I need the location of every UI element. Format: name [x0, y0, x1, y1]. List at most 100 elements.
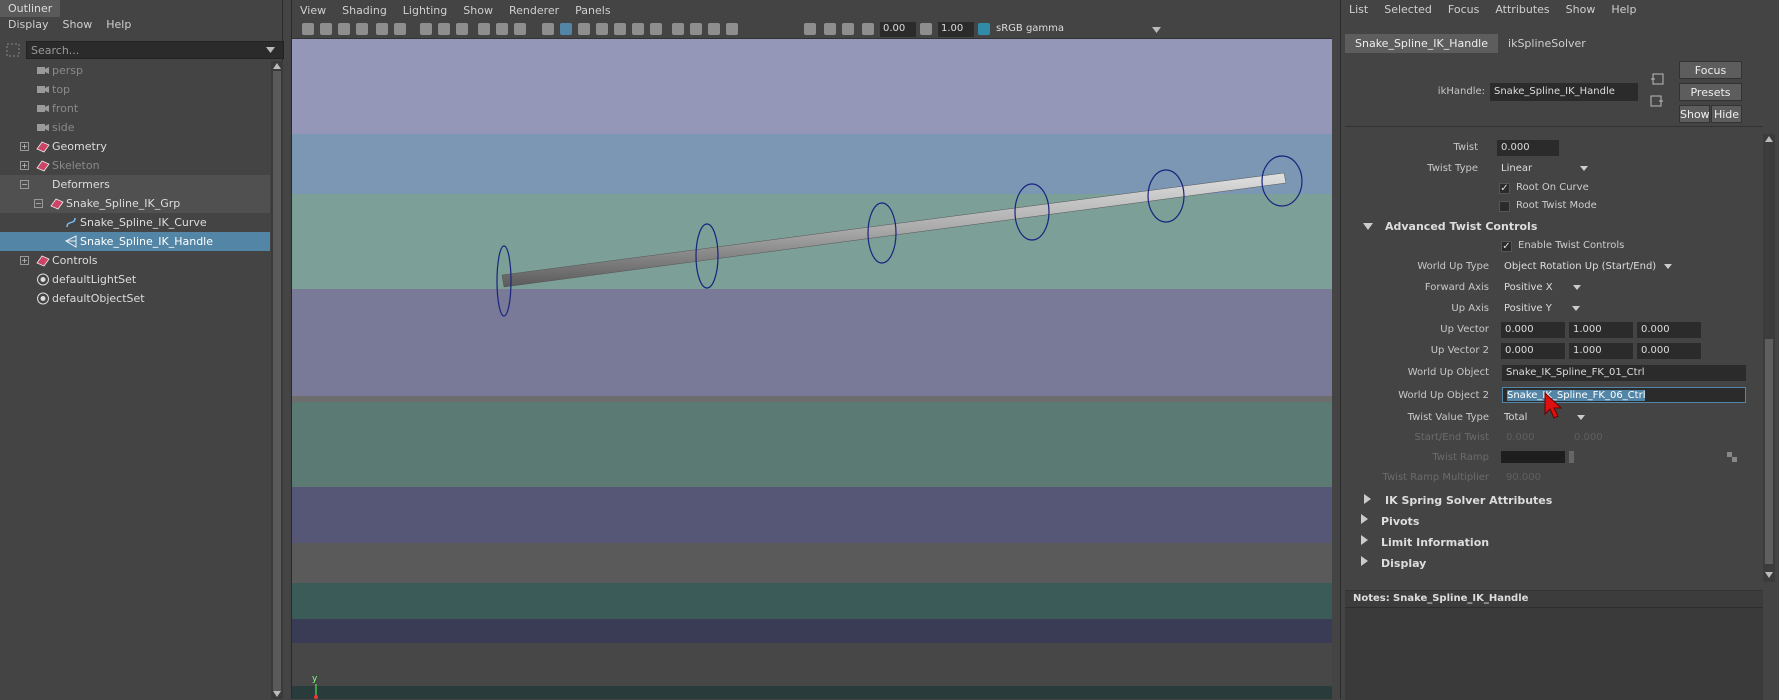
bookmark-icon[interactable] — [338, 23, 350, 35]
pivots-section-header[interactable]: Pivots — [1381, 515, 1419, 528]
outliner-search-input[interactable]: Search... — [26, 41, 284, 59]
viewport-menu-shading[interactable]: Shading — [334, 1, 395, 21]
gamma-icon[interactable] — [920, 23, 932, 35]
outliner-item-snake-spline-ik-handle[interactable]: Snake_Spline_IK_Handle — [0, 232, 270, 251]
limit-information-section-header[interactable]: Limit Information — [1381, 536, 1489, 549]
camera-attributes-icon[interactable] — [320, 23, 332, 35]
up-vector-2-z-field[interactable]: 0.000 — [1637, 343, 1701, 359]
ae-menu-show[interactable]: Show — [1558, 1, 1604, 19]
twist-type-dropdown[interactable]: Linear — [1501, 163, 1589, 174]
ae-menu-help[interactable]: Help — [1603, 1, 1644, 19]
smooth-shade-icon[interactable] — [560, 23, 572, 35]
show-button[interactable]: Show — [1679, 105, 1710, 123]
xray-active-icon[interactable] — [842, 23, 854, 35]
shadows-icon[interactable] — [650, 23, 662, 35]
exposure-icon[interactable] — [862, 23, 874, 35]
outliner-scrollbar[interactable] — [271, 61, 283, 699]
outliner-menu-show[interactable]: Show — [63, 18, 93, 36]
textured-icon[interactable] — [596, 23, 608, 35]
color-space-dropdown-icon[interactable] — [1152, 27, 1161, 33]
viewport-menu-panels[interactable]: Panels — [567, 1, 618, 21]
forward-axis-dropdown[interactable]: Positive X — [1504, 282, 1581, 293]
hide-button[interactable]: Hide — [1711, 105, 1742, 123]
go-to-input-icon[interactable] — [1650, 73, 1664, 85]
outliner-item-skeleton[interactable]: + Skeleton — [0, 156, 270, 175]
camera-select-icon[interactable] — [302, 23, 314, 35]
outliner-scroll-thumb[interactable] — [273, 71, 281, 691]
isolate-select-icon[interactable] — [804, 23, 816, 35]
wireframe-on-shaded-icon[interactable] — [578, 23, 590, 35]
color-management-icon[interactable] — [978, 23, 990, 35]
up-vector-y-field[interactable]: 1.000 — [1569, 322, 1633, 338]
filter-icon[interactable] — [6, 43, 20, 57]
up-axis-dropdown[interactable]: Positive Y — [1504, 303, 1580, 314]
outliner-item-persp[interactable]: persp — [0, 61, 270, 80]
search-dropdown-icon[interactable] — [266, 47, 275, 53]
root-twist-mode-checkbox[interactable] — [1499, 201, 1510, 212]
ae-menu-list[interactable]: List — [1341, 1, 1376, 19]
outliner-item-side[interactable]: side — [0, 118, 270, 137]
tab-snake-spline-ik-handle[interactable]: Snake_Spline_IK_Handle — [1345, 34, 1499, 53]
outliner-menu-help[interactable]: Help — [106, 18, 131, 36]
expand-icon[interactable]: + — [20, 142, 29, 151]
color-space-label[interactable]: sRGB gamma — [996, 23, 1064, 34]
twist-field[interactable]: 0.000 — [1497, 140, 1559, 156]
focus-button[interactable]: Focus — [1679, 61, 1742, 79]
root-on-curve-checkbox[interactable]: ✓ — [1499, 183, 1510, 194]
outliner-item-top[interactable]: top — [0, 80, 270, 99]
expand-icon[interactable]: + — [20, 161, 29, 170]
depth-of-field-icon[interactable] — [726, 23, 738, 35]
scroll-up-icon[interactable] — [273, 63, 281, 69]
up-vector-2-y-field[interactable]: 1.000 — [1569, 343, 1633, 359]
scroll-up-icon[interactable] — [1765, 136, 1773, 142]
display-section-header[interactable]: Display — [1381, 557, 1426, 570]
ik-spring-section-header[interactable]: IK Spring Solver Attributes — [1385, 494, 1552, 507]
outliner-item-front[interactable]: front — [0, 99, 270, 118]
viewport-scene[interactable]: y — [292, 39, 1332, 699]
presets-button[interactable]: Presets — [1679, 83, 1742, 101]
two-d-pan-icon[interactable] — [376, 23, 388, 35]
viewport-canvas[interactable]: y — [292, 39, 1332, 699]
outliner-item-defaultlightset[interactable]: defaultLightSet — [0, 270, 270, 289]
image-plane-icon[interactable] — [356, 23, 368, 35]
outliner-item-geometry[interactable]: + Geometry — [0, 137, 270, 156]
ae-menu-selected[interactable]: Selected — [1376, 1, 1440, 19]
ik-handle-name-field[interactable]: Snake_Spline_IK_Handle — [1490, 83, 1638, 101]
expand-icon[interactable]: + — [20, 256, 29, 265]
field-chart-icon[interactable] — [496, 23, 508, 35]
expand-triangle-icon[interactable] — [1361, 556, 1368, 566]
world-up-object-2-field[interactable]: Snake_IK_Spline_FK_06_Ctrl — [1502, 387, 1746, 403]
grid-icon[interactable] — [420, 23, 432, 35]
anti-alias-icon[interactable] — [708, 23, 720, 35]
outliner-menu-display[interactable]: Display — [8, 18, 49, 36]
enable-twist-controls-checkbox[interactable]: ✓ — [1501, 241, 1512, 252]
world-up-type-dropdown[interactable]: Object Rotation Up (Start/End) — [1504, 261, 1673, 272]
outliner-item-snake-spline-ik-curve[interactable]: Snake_Spline_IK_Curve — [0, 213, 270, 232]
ae-menu-attributes[interactable]: Attributes — [1487, 1, 1557, 19]
exposure-field[interactable]: 0.00 — [880, 22, 916, 37]
viewport-menu-renderer[interactable]: Renderer — [501, 1, 567, 21]
up-vector-2-x-field[interactable]: 0.000 — [1501, 343, 1565, 359]
film-gate-icon[interactable] — [438, 23, 450, 35]
motion-blur-icon[interactable] — [690, 23, 702, 35]
notes-area[interactable]: Notes: Snake_Spline_IK_Handle — [1345, 590, 1763, 700]
ambient-occlusion-icon[interactable] — [672, 23, 684, 35]
outliner-item-snake-spline-ik-grp[interactable]: − Snake_Spline_IK_Grp — [0, 194, 270, 213]
up-vector-z-field[interactable]: 0.000 — [1637, 322, 1701, 338]
advanced-twist-controls-header[interactable]: Advanced Twist Controls — [1385, 220, 1537, 233]
expand-triangle-icon[interactable] — [1364, 494, 1371, 504]
outliner-item-defaultobjectset[interactable]: defaultObjectSet — [0, 289, 270, 308]
ae-scrollbar[interactable] — [1763, 134, 1775, 582]
outliner-item-deformers[interactable]: − Deformers — [0, 175, 270, 194]
notes-textbox[interactable] — [1345, 607, 1763, 700]
go-to-output-icon[interactable] — [1650, 95, 1664, 107]
viewport-menu-show[interactable]: Show — [455, 1, 501, 21]
gamma-field[interactable]: 1.00 — [938, 22, 974, 37]
outliner-item-controls[interactable]: + Controls — [0, 251, 270, 270]
up-vector-x-field[interactable]: 0.000 — [1501, 322, 1565, 338]
grease-pencil-icon[interactable] — [394, 23, 406, 35]
ae-scroll-thumb[interactable] — [1765, 339, 1773, 564]
collapse-icon[interactable]: − — [34, 199, 43, 208]
xray-icon[interactable] — [614, 23, 626, 35]
safe-action-icon[interactable] — [514, 23, 526, 35]
